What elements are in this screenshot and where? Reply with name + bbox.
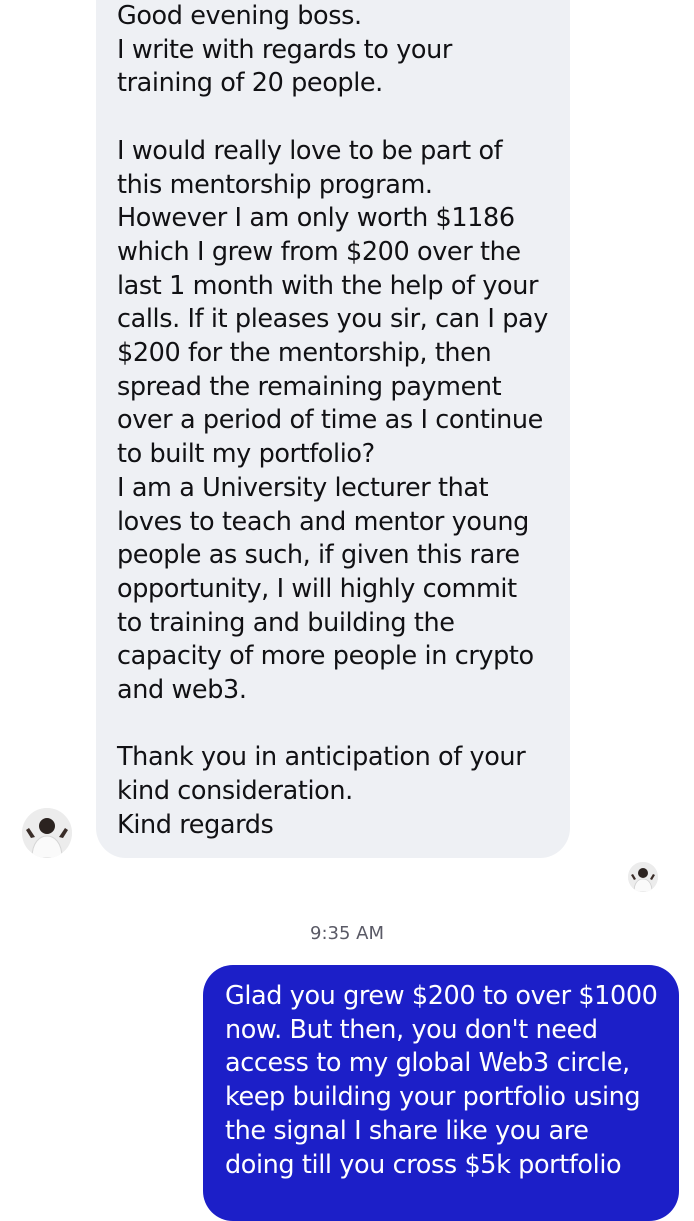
incoming-message-bubble[interactable]: Good evening boss. I write with regards …: [96, 0, 570, 858]
user-avatar-small-icon: [628, 862, 658, 892]
user-avatar-icon: [22, 808, 72, 858]
read-receipt-avatar: [628, 862, 658, 892]
sender-avatar[interactable]: [22, 808, 72, 858]
outgoing-message-bubble[interactable]: Glad you grew $200 to over $1000 now. Bu…: [203, 965, 679, 1221]
message-timestamp: 9:35 AM: [310, 923, 384, 944]
chat-thread: Good evening boss. I write with regards …: [0, 0, 694, 1221]
